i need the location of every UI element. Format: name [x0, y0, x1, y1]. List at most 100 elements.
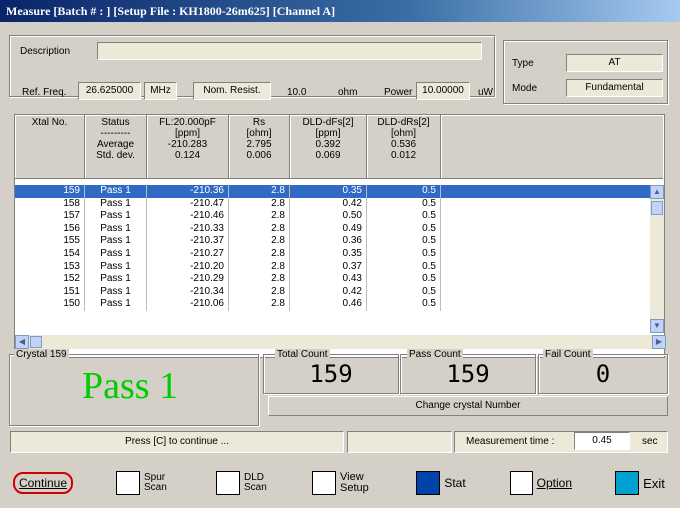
table-cell: [441, 222, 652, 236]
table-cell: 0.5: [367, 273, 441, 286]
pass-count-label: Pass Count: [407, 349, 463, 360]
table-row[interactable]: 151 Pass 1 -210.34 2.8 0.42 0.5: [15, 285, 652, 299]
table-cell: Pass 1: [85, 235, 147, 248]
table-cell: 2.8: [229, 222, 290, 236]
header-xtal-no[interactable]: Xtal No.: [15, 115, 85, 179]
exit-door-icon: [615, 471, 640, 495]
table-cell: 0.5: [367, 260, 441, 274]
vertical-scrollbar[interactable]: ▲ ▼: [650, 185, 664, 333]
table-header: Xtal No. Status --------- Average Std. dev.…: [15, 115, 663, 179]
measure-window: Description Ref. Freq. 26.625000 MHz Nom…: [0, 22, 680, 508]
stat-label: Stat: [444, 476, 466, 490]
exit-label: Exit: [643, 475, 665, 491]
header-status[interactable]: Status --------- Average Std. dev.: [85, 115, 147, 179]
view-setup-label: View Setup: [340, 471, 369, 494]
table-row[interactable]: 158 Pass 1 -210.47 2.8 0.42 0.5: [15, 197, 652, 211]
header-fl[interactable]: FL:20.000pF [ppm] -210.283 0.124: [147, 115, 229, 179]
meas-time-unit: sec: [642, 436, 658, 447]
description-label: Description: [20, 46, 71, 57]
table-cell: 0.5: [367, 247, 441, 261]
total-count-label: Total Count: [275, 349, 330, 360]
table-cell: 158: [15, 197, 85, 211]
table-cell: Pass 1: [85, 222, 147, 236]
scroll-up-icon[interactable]: ▲: [650, 185, 664, 199]
type-label: Type: [512, 58, 534, 69]
table-cell: [441, 247, 652, 261]
nom-resist-label: Nom. Resist.: [193, 82, 271, 100]
status-message: Press [C] to continue ...: [10, 431, 344, 453]
table-cell: 154: [15, 247, 85, 261]
header-dld-dfs[interactable]: DLD-dFs[2] [ppm] 0.392 0.069: [290, 115, 367, 179]
option-button[interactable]: Option: [510, 463, 572, 503]
header-rs[interactable]: Rs [ohm] 2.795 0.006: [229, 115, 290, 179]
power-field: 10.00000: [416, 82, 470, 100]
table-row[interactable]: 154 Pass 1 -210.27 2.8 0.35 0.5: [15, 247, 652, 261]
header-filler: [441, 115, 663, 179]
nom-resist-value: 10.0: [287, 87, 307, 98]
table-cell: -210.36: [147, 185, 229, 198]
table-cell: -210.34: [147, 285, 229, 299]
table-row[interactable]: 156 Pass 1 -210.33 2.8 0.49 0.5: [15, 222, 652, 236]
power-unit: uW: [478, 87, 493, 98]
table-body[interactable]: 159 Pass 1 -210.36 2.8 0.35 0.5 158 Pass 1 -210.…: [15, 185, 652, 333]
table-cell: 0.5: [367, 185, 441, 198]
table-row[interactable]: 155 Pass 1 -210.37 2.8 0.36 0.5: [15, 235, 652, 248]
horizontal-scroll-thumb[interactable]: [30, 336, 42, 348]
table-cell: [441, 235, 652, 248]
dld-chart-icon: [216, 471, 240, 495]
pass-status-text: Pass 1: [82, 365, 179, 407]
table-cell: 0.35: [290, 185, 367, 198]
table-cell: -210.20: [147, 260, 229, 274]
table-cell: 0.5: [367, 197, 441, 211]
scroll-left-icon[interactable]: ◀: [15, 335, 29, 349]
table-cell: -210.47: [147, 197, 229, 211]
table-cell: Pass 1: [85, 247, 147, 261]
table-row[interactable]: 157 Pass 1 -210.46 2.8 0.50 0.5: [15, 210, 652, 223]
spur-scan-button[interactable]: Spur Scan: [110, 463, 172, 503]
view-setup-button[interactable]: View Setup: [310, 463, 374, 503]
mode-field: Fundamental: [566, 79, 663, 97]
table-cell: 2.8: [229, 247, 290, 261]
measurement-table[interactable]: Xtal No. Status --------- Average Std. dev.…: [14, 114, 666, 358]
table-cell: 2.8: [229, 298, 290, 311]
table-cell: 150: [15, 298, 85, 311]
scroll-right-icon[interactable]: ▶: [652, 335, 666, 349]
table-cell: 152: [15, 273, 85, 286]
table-cell: [441, 260, 652, 274]
table-row[interactable]: 153 Pass 1 -210.20 2.8 0.37 0.5: [15, 260, 652, 274]
table-row[interactable]: 152 Pass 1 -210.29 2.8 0.43 0.5: [15, 273, 652, 286]
table-cell: 2.8: [229, 260, 290, 274]
table-cell: 0.43: [290, 273, 367, 286]
continue-button[interactable]: Continue: [11, 463, 75, 503]
table-cell: [441, 185, 652, 198]
table-row[interactable]: 150 Pass 1 -210.06 2.8 0.46 0.5: [15, 298, 652, 311]
table-cell: 0.37: [290, 260, 367, 274]
header-dld-drs[interactable]: DLD-dRs[2] [ohm] 0.536 0.012: [367, 115, 441, 179]
ref-freq-field: 26.625000: [78, 82, 141, 100]
spur-scan-label: Spur Scan: [144, 472, 167, 493]
table-cell: [441, 197, 652, 211]
mode-label: Mode: [512, 83, 538, 94]
scroll-down-icon[interactable]: ▼: [650, 319, 664, 333]
table-cell: 2.8: [229, 285, 290, 299]
stat-button[interactable]: Stat: [410, 463, 472, 503]
table-cell: 0.42: [290, 197, 367, 211]
checklist-icon: [510, 471, 533, 495]
window-title: Measure [Batch # : ] [Setup File : KH180…: [0, 0, 680, 22]
table-cell: 0.5: [367, 210, 441, 223]
status-empty-panel: [347, 431, 452, 453]
fail-count-value: 0: [595, 360, 611, 388]
vertical-scroll-thumb[interactable]: [651, 201, 663, 215]
table-cell: 2.8: [229, 210, 290, 223]
type-field: AT: [566, 54, 663, 72]
change-crystal-number-button[interactable]: Change crystal Number: [268, 396, 668, 416]
dld-scan-button[interactable]: DLD Scan: [210, 463, 272, 503]
horizontal-scrollbar[interactable]: ◀ ▶: [15, 335, 666, 349]
continue-label: Continue: [12, 472, 74, 494]
crystal-label: Crystal 159: [14, 349, 69, 360]
table-cell: 151: [15, 285, 85, 299]
exit-button[interactable]: Exit: [609, 463, 671, 503]
table-row[interactable]: 159 Pass 1 -210.36 2.8 0.35 0.5: [15, 185, 652, 198]
table-cell: 159: [15, 185, 85, 198]
table-cell: 157: [15, 210, 85, 223]
